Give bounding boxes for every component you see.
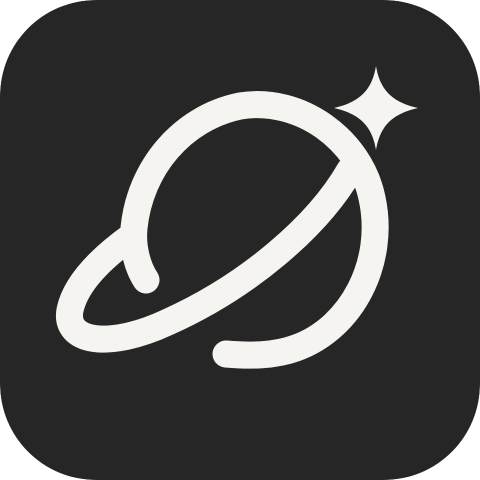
icon-background — [0, 0, 480, 480]
app-icon[interactable] — [0, 0, 480, 480]
planet-with-sparkle-icon — [0, 0, 480, 480]
